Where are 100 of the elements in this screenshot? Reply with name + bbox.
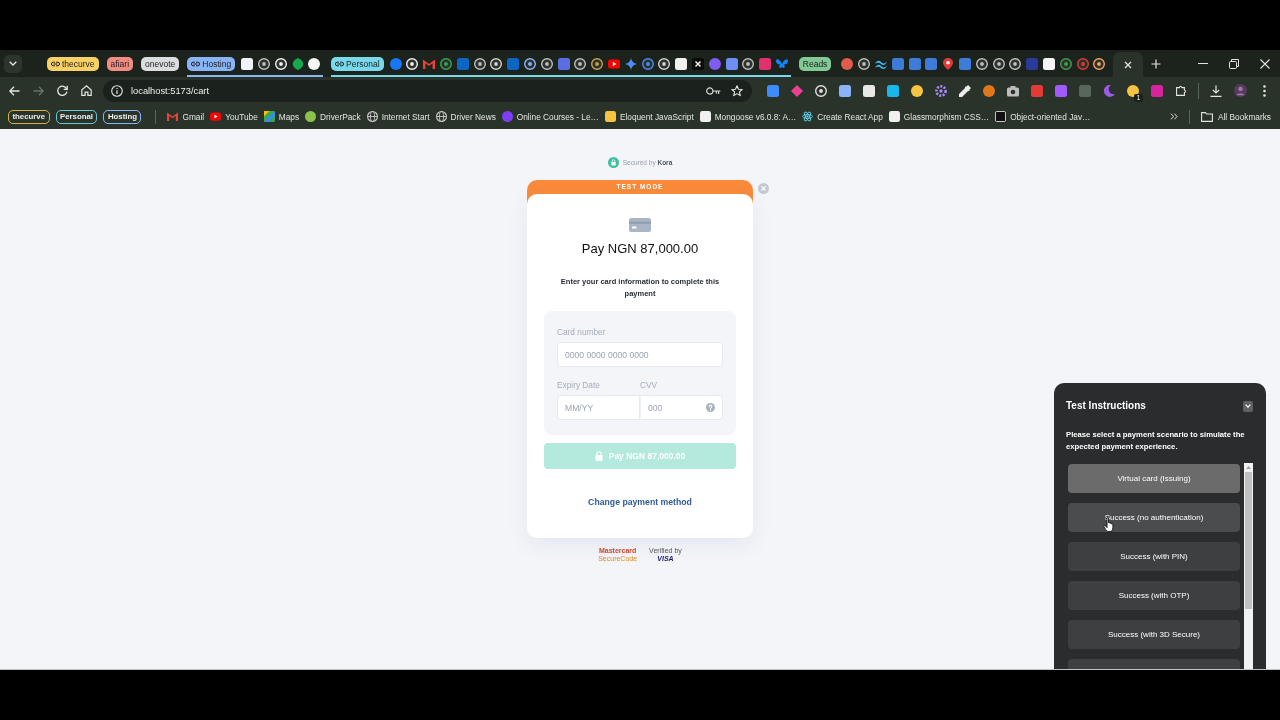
browser-tab[interactable]: [255, 55, 272, 72]
browser-tab[interactable]: [572, 55, 589, 72]
scenario-button[interactable]: Success (no authentication): [1068, 503, 1240, 532]
tab-group-chip[interactable]: Personal: [331, 56, 384, 71]
url-text: localhost:5173/cart: [131, 85, 211, 96]
card-number-field[interactable]: 0000 0000 0000 0000: [557, 342, 723, 367]
bookmark-item[interactable]: Gmail: [164, 106, 208, 127]
browser-tab[interactable]: [272, 55, 289, 72]
ring-logo-icon: [858, 57, 871, 70]
link-icon: [335, 60, 345, 67]
close-icon: [1259, 58, 1270, 69]
cvv-field[interactable]: 000: [640, 395, 723, 420]
play-icon: [608, 57, 621, 70]
ring-logo-icon: [490, 57, 503, 70]
diamond-icon: [791, 84, 803, 97]
tab-group-chip[interactable]: thecurve: [47, 56, 99, 71]
square-logo-icon: [887, 84, 899, 97]
ring-logo-icon: [742, 57, 755, 70]
address-bar[interactable]: localhost:5173/cart: [103, 79, 752, 102]
browser-tab[interactable]: [973, 55, 990, 72]
scrollbar-track[interactable]: [1244, 463, 1253, 669]
collapse-button[interactable]: [1243, 400, 1253, 412]
browser-tab[interactable]: [690, 55, 706, 72]
square-logo-icon: [604, 111, 616, 122]
ring-logo-icon: [591, 57, 604, 70]
field-label: Expiry Date: [557, 379, 601, 391]
square-logo-icon: [1055, 84, 1067, 97]
browser-tab[interactable]: [239, 55, 256, 72]
butterfly-icon: [776, 57, 788, 70]
tab-search-button[interactable]: [4, 54, 22, 73]
round-logo-icon: [501, 111, 513, 122]
tab-group-chip[interactable]: Reads: [798, 56, 832, 71]
browser-tab[interactable]: [589, 55, 606, 72]
browser-tab[interactable]: [673, 55, 690, 72]
map-pin-icon: [942, 57, 955, 70]
all-bookmarks-button[interactable]: All Bookmarks: [1197, 106, 1274, 127]
square-logo-icon: [759, 57, 772, 70]
change-payment-link[interactable]: Change payment method: [588, 496, 692, 508]
browser-tab[interactable]: [488, 55, 505, 72]
tab-group-chip[interactable]: Hosting: [187, 56, 236, 71]
star-icon[interactable]: [731, 84, 743, 97]
ring-logo-icon: [406, 57, 419, 70]
moon-icon: [1103, 84, 1115, 97]
bookmark-item[interactable]: DriverPack: [302, 106, 364, 127]
browser-tab[interactable]: [1007, 55, 1024, 72]
square-logo-icon: [767, 84, 779, 97]
square-logo-icon: [839, 84, 851, 97]
square-logo-icon: [891, 57, 904, 70]
browser-tab[interactable]: [740, 55, 757, 72]
scenario-button[interactable]: Success (with OTP): [1068, 581, 1240, 610]
forward-arrow-icon: [32, 85, 44, 96]
browser-tab[interactable]: [990, 55, 1007, 72]
round-logo-icon: [308, 57, 321, 70]
ring-logo-icon: [1009, 57, 1022, 70]
ring-logo-icon: [440, 57, 453, 70]
bookmark-item[interactable]: Object-oriented Jav…: [992, 106, 1094, 127]
scenario-button[interactable]: Success (with 3D Secure): [1068, 620, 1240, 649]
square-logo-icon: [675, 57, 688, 70]
bookmark-item[interactable]: Maps: [260, 106, 303, 127]
square-logo-icon: [925, 57, 938, 70]
bookmark-item[interactable]: Create React App: [799, 106, 886, 127]
square-logo-icon: [888, 111, 900, 122]
bookmark-item[interactable]: Mongoose v6.0.8: A…: [696, 106, 800, 127]
play-icon: [210, 111, 222, 122]
tab-group-chip[interactable]: afiari: [106, 56, 134, 71]
browser-tab[interactable]: [1091, 55, 1108, 72]
info-icon: [111, 84, 123, 97]
close-icon: [1124, 60, 1133, 69]
ring-logo-icon: [1076, 57, 1089, 70]
square-logo-icon: [1031, 84, 1043, 97]
browser-tab[interactable]: [471, 55, 488, 72]
square-logo-icon: [557, 57, 570, 70]
bookmark-item[interactable]: YouTube: [207, 106, 261, 127]
bookmark-item[interactable]: Glassmorphism CSS…: [885, 106, 993, 127]
scenario-button[interactable]: Virtual card (Issuing): [1068, 464, 1240, 493]
bookmark-item[interactable]: Eloquent JavaScript: [601, 106, 697, 127]
key-icon[interactable]: [706, 86, 721, 95]
leaf-icon: [291, 57, 304, 70]
dropper-icon: [959, 84, 971, 97]
bookmark-item[interactable]: Online Courses - Le…: [498, 106, 602, 127]
panel-title: Test Instructions: [1066, 400, 1146, 412]
square-logo-icon: [725, 57, 738, 70]
scrollbar-thumb[interactable]: [1245, 472, 1252, 609]
browser-tab[interactable]: [656, 55, 673, 72]
bookmark-item[interactable]: Driver News: [432, 106, 499, 127]
amount-title: Pay NGN 87,000.00: [581, 240, 699, 258]
browser-tab[interactable]: [522, 55, 539, 72]
browser-tab[interactable]: [538, 55, 555, 72]
ring-logo-icon: [992, 57, 1005, 70]
browser-tab[interactable]: [306, 55, 323, 72]
ring-logo-icon: [815, 84, 827, 97]
bookmark-item[interactable]: Internet Start: [363, 106, 433, 127]
round-logo-icon: [1127, 84, 1139, 97]
browser-tab[interactable]: [404, 55, 421, 72]
tab-group-chip[interactable]: onevote: [141, 56, 180, 71]
square-logo-icon: [1151, 84, 1163, 97]
expiry-field[interactable]: MM/YY: [557, 395, 640, 420]
browser-tab[interactable]: [856, 55, 873, 72]
scenario-button[interactable]: Success (with PIN): [1068, 542, 1240, 571]
browser-tab[interactable]: [1040, 55, 1057, 72]
